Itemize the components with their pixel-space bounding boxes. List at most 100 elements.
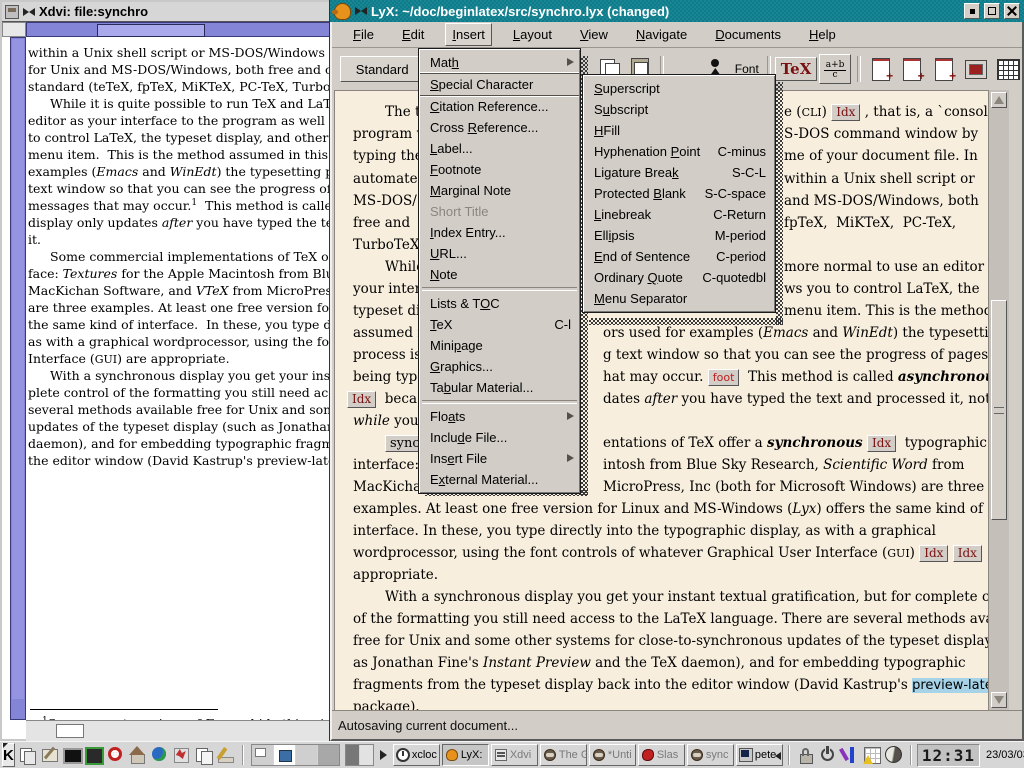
menu-item-floats[interactable]: Floats	[420, 406, 579, 427]
menu-item-short-title[interactable]: Short Title	[420, 201, 579, 222]
menu-insert[interactable]: Insert	[445, 23, 492, 46]
xdvi-horizontal-scrollbar-thumb[interactable]	[97, 24, 205, 37]
pager-desktop-4[interactable]	[318, 745, 339, 765]
klipper-icon[interactable]	[840, 745, 860, 765]
menu-item-end-of-sentence[interactable]: End of SentenceC-period	[584, 246, 774, 267]
menu-item-subscript[interactable]: Subscript	[584, 99, 774, 120]
menu-item-label[interactable]: Label...	[420, 138, 579, 159]
insert-table-icon[interactable]	[993, 55, 1020, 83]
screen-icon[interactable]	[62, 745, 82, 765]
menu-view[interactable]: View	[573, 23, 615, 46]
help-icon[interactable]	[106, 745, 126, 765]
menu-item-tabular-material[interactable]: Tabular Material...	[420, 377, 579, 398]
menu-item-protected-blank[interactable]: Protected BlankS-C-space	[584, 183, 774, 204]
menu-item-minipage[interactable]: Minipage	[420, 335, 579, 356]
idx-inset[interactable]: Idx	[953, 545, 982, 562]
moon-icon[interactable]	[884, 745, 904, 765]
xdvi-vertical-scrollbar-thumb[interactable]	[12, 39, 24, 699]
xdvi-vertical-scrollbar[interactable]	[10, 37, 26, 720]
insert-margin-icon[interactable]	[898, 55, 925, 83]
menu-item-lists-toc[interactable]: Lists & TOC	[420, 293, 579, 314]
idx-inset[interactable]: Idx	[919, 545, 948, 562]
menu-file[interactable]: File	[346, 23, 381, 46]
task-button-lyx[interactable]: LyX:	[442, 744, 489, 766]
xdvi-bottom-scrollbar[interactable]	[26, 720, 335, 742]
menu-item-linebreak[interactable]: LinebreakC-Return	[584, 204, 774, 225]
mini-window[interactable]	[346, 745, 359, 765]
lyx-titlebar[interactable]: LyX: ~/doc/beginlatex/src/synchro.lyx (c…	[330, 0, 1024, 22]
menu-item-cross-reference[interactable]: Cross Reference...	[420, 117, 579, 138]
menu-item-graphics[interactable]: Graphics...	[420, 356, 579, 377]
window-mini-list[interactable]	[345, 744, 374, 766]
maximize-button[interactable]	[984, 3, 1000, 19]
desktop-pager[interactable]	[251, 744, 340, 766]
menu-item-hyphenation-point[interactable]: Hyphenation PointC-minus	[584, 141, 774, 162]
show-desktop-icon[interactable]	[40, 745, 60, 765]
scroll-down-icon[interactable]	[991, 692, 1007, 708]
task-button-slas[interactable]: Slas	[638, 744, 685, 766]
tex-button[interactable]: TeX	[775, 57, 818, 81]
menu-item-math[interactable]: Math	[420, 52, 579, 73]
menu-item-external-material[interactable]: External Material...	[420, 469, 579, 490]
pager-desktop-3[interactable]	[296, 745, 317, 765]
menu-item-tex[interactable]: TeXC-l	[420, 314, 579, 335]
k-menu-button[interactable]: K	[2, 743, 15, 767]
menu-item-superscript[interactable]: Superscript	[584, 78, 774, 99]
window-list-icon[interactable]	[18, 745, 38, 765]
window-pin-icon[interactable]	[355, 6, 367, 16]
pager-desktop-1[interactable]	[252, 745, 273, 765]
menu-edit[interactable]: Edit	[395, 23, 431, 46]
layout-combo[interactable]: Standard	[340, 56, 424, 82]
menu-item-index-entry[interactable]: Index Entry...	[420, 222, 579, 243]
menu-item-note[interactable]: Note	[420, 264, 579, 285]
lock-icon[interactable]	[796, 745, 816, 765]
minimize-button[interactable]	[964, 3, 980, 19]
menu-item-menu-separator[interactable]: Menu Separator	[584, 288, 774, 309]
task-button-pete[interactable]: pete	[736, 744, 783, 766]
task-button-xcloc[interactable]: xcloc	[393, 744, 440, 766]
menu-item-hfill[interactable]: HFill	[584, 120, 774, 141]
calendar-icon[interactable]	[862, 745, 882, 765]
kde-app-icon[interactable]	[172, 745, 192, 765]
insert-graphics-icon[interactable]	[961, 55, 988, 83]
task-button-sync[interactable]: sync	[687, 744, 734, 766]
menu-navigate[interactable]: Navigate	[629, 23, 694, 46]
insert-footnote-icon[interactable]	[867, 55, 894, 83]
idx-inset[interactable]: Idx	[867, 435, 896, 452]
task-button-the-g[interactable]: The G	[540, 744, 587, 766]
idx-inset[interactable]: Idx	[347, 391, 376, 408]
window-pin-icon[interactable]	[23, 7, 35, 17]
task-button-unti[interactable]: *Unti	[589, 744, 636, 766]
task-list-arrow-icon[interactable]	[380, 750, 387, 760]
menu-item-footnote[interactable]: Footnote	[420, 159, 579, 180]
files-icon[interactable]	[194, 745, 214, 765]
menu-layout[interactable]: Layout	[506, 23, 559, 46]
mini-window[interactable]	[360, 745, 373, 765]
menu-item-ligature-break[interactable]: Ligature BreakS-C-L	[584, 162, 774, 183]
home-icon[interactable]	[128, 745, 148, 765]
menu-item-marginal-note[interactable]: Marginal Note	[420, 180, 579, 201]
menu-item-special-character[interactable]: Special Character	[420, 73, 579, 96]
lcd-clock[interactable]: 12:31	[917, 744, 980, 767]
menu-item-ellipsis[interactable]: EllipsisM-period	[584, 225, 774, 246]
lyx-scrollbar-thumb[interactable]	[991, 300, 1007, 520]
browser-icon[interactable]	[150, 745, 170, 765]
menu-item-citation-reference[interactable]: Citation Reference...	[420, 96, 579, 117]
menu-item-ordinary-quote[interactable]: Ordinary QuoteC-quotedbl	[584, 267, 774, 288]
close-button[interactable]	[1004, 3, 1020, 19]
date-display[interactable]: 23/03/03	[986, 749, 1024, 761]
xdvi-horizontal-scrollbar[interactable]	[26, 22, 335, 37]
menu-item-url[interactable]: URL...	[420, 243, 579, 264]
xdvi-titlebar[interactable]: Xdvi: file:synchro	[2, 2, 337, 22]
scroll-up-icon[interactable]	[991, 92, 1007, 108]
insert-float-icon[interactable]	[930, 55, 957, 83]
menu-help[interactable]: Help	[802, 23, 843, 46]
task-button-xdvi[interactable]: Xdvi	[491, 744, 538, 766]
math-icon[interactable]: a+bc	[819, 54, 850, 84]
idx-inset[interactable]: Idx	[831, 104, 860, 121]
edit-icon[interactable]	[216, 745, 236, 765]
xdvi-bottom-scrollbar-thumb[interactable]	[56, 724, 84, 738]
menu-item-insert-file[interactable]: Insert File	[420, 448, 579, 469]
menu-documents[interactable]: Documents	[708, 23, 788, 46]
konsole-icon[interactable]	[84, 745, 104, 765]
